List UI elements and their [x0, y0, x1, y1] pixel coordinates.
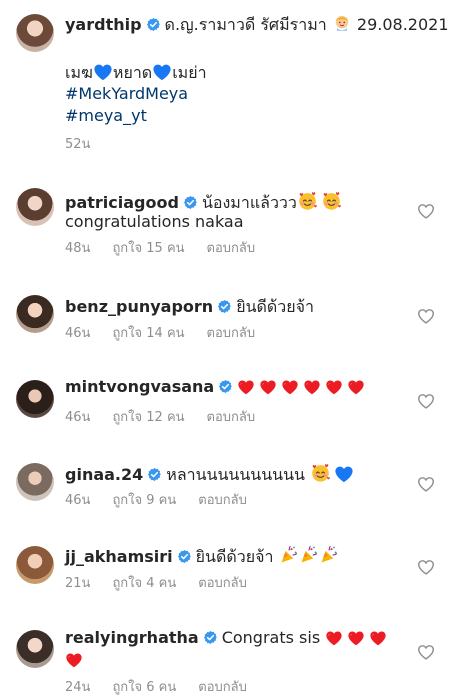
party-popper-icon	[319, 545, 339, 565]
comment-text-line: ginaa.24 หลานนนนนนนนนน	[65, 462, 354, 485]
comment-text: ยินดีด้วยจ้า	[195, 547, 274, 566]
commenter-avatar[interactable]	[16, 463, 54, 501]
blue-heart-icon	[152, 63, 172, 81]
red-heart-icon	[325, 630, 343, 646]
post-timestamp: 52น	[65, 137, 91, 152]
commenter-username[interactable]: mintvongvasana	[65, 377, 214, 396]
red-heart-icon	[325, 379, 343, 395]
comment-text: หลานนนนนนนนนน	[166, 465, 305, 484]
like-heart-icon[interactable]	[417, 644, 435, 660]
verified-badge-icon	[146, 17, 161, 32]
verified-badge-icon	[183, 195, 198, 210]
verified-badge-icon	[147, 467, 162, 482]
comment-text-line2: congratulations nakaa	[65, 212, 244, 231]
comment-likes[interactable]: ถูกใจ 9 คน	[112, 493, 176, 508]
comment-text-line: benz_punyaporn ยินดีด้วยจ้า	[65, 297, 314, 317]
party-popper-icon	[299, 545, 319, 565]
comment-meta: 21น ถูกใจ 4 คน ตอบกลับ	[65, 576, 269, 592]
like-heart-icon[interactable]	[417, 559, 435, 575]
commenter-username[interactable]: ginaa.24	[65, 465, 143, 484]
verified-badge-icon	[177, 549, 192, 564]
post-author-avatar[interactable]	[16, 14, 54, 52]
reply-button[interactable]: ตอบกลับ	[207, 326, 256, 341]
commenter-avatar[interactable]	[16, 188, 54, 226]
post-caption-date: 29.08.2021	[356, 15, 449, 34]
comment-text-line: patriciagood น้องมาแล้ววว	[65, 190, 342, 213]
baby-emoji-icon	[332, 13, 352, 33]
comment-text-line: realyingrhatha Congrats sis	[65, 628, 391, 648]
red-heart-icon	[65, 652, 83, 668]
comment-likes[interactable]: ถูกใจ 12 คน	[112, 410, 184, 425]
commenter-avatar[interactable]	[16, 295, 54, 333]
comment-meta: 48น ถูกใจ 15 คน ตอบกลับ	[65, 241, 277, 257]
caption-word-meya: เมย่า	[172, 63, 207, 82]
reply-button[interactable]: ตอบกลับ	[198, 576, 247, 591]
comment-time: 46น	[65, 493, 91, 508]
comment-time: 46น	[65, 410, 91, 425]
red-heart-icon	[281, 379, 299, 395]
commenter-username[interactable]: realyingrhatha	[65, 628, 199, 647]
red-heart-icon	[237, 379, 255, 395]
hashtag-link[interactable]: #meya_yt	[65, 106, 147, 126]
commenter-avatar[interactable]	[16, 630, 54, 668]
red-heart-icon	[347, 379, 365, 395]
comment-time: 24น	[65, 680, 91, 695]
red-heart-icon	[259, 379, 277, 395]
comment-text: น้องมาแล้ววว	[201, 193, 297, 212]
comment-text: ยินดีด้วยจ้า	[236, 297, 315, 316]
comment-text-line: mintvongvasana	[65, 377, 369, 397]
comment-meta: 46น ถูกใจ 9 คน ตอบกลับ	[65, 493, 269, 509]
like-heart-icon[interactable]	[417, 203, 435, 219]
caption-word-mek: เมฆ	[65, 63, 93, 82]
comment-meta: 46น ถูกใจ 12 คน ตอบกลับ	[65, 410, 277, 426]
comment-likes[interactable]: ถูกใจ 14 คน	[112, 326, 184, 341]
smiling-face-with-hearts-icon	[321, 190, 342, 211]
commenter-avatar[interactable]	[16, 380, 54, 418]
reply-button[interactable]: ตอบกลับ	[198, 493, 247, 508]
commenter-username[interactable]: jj_akhamsiri	[65, 547, 173, 566]
commenter-username[interactable]: benz_punyaporn	[65, 297, 213, 316]
blue-heart-icon	[334, 465, 354, 483]
comment-meta: 46น ถูกใจ 14 คน ตอบกลับ	[65, 326, 277, 342]
reply-button[interactable]: ตอบกลับ	[207, 241, 256, 256]
comment-meta: 24น ถูกใจ 6 คน ตอบกลับ	[65, 680, 269, 696]
comment-time: 46น	[65, 326, 91, 341]
commenter-avatar[interactable]	[16, 546, 54, 584]
red-heart-icon	[369, 630, 387, 646]
comment-likes[interactable]: ถูกใจ 15 คน	[112, 241, 184, 256]
commenter-username[interactable]: patriciagood	[65, 193, 179, 212]
comment-likes[interactable]: ถูกใจ 4 คน	[112, 576, 176, 591]
like-heart-icon[interactable]	[417, 393, 435, 409]
comment-text-line2	[65, 650, 87, 670]
party-popper-icon	[279, 545, 299, 565]
comment-text: Congrats sis	[221, 628, 321, 647]
verified-badge-icon	[203, 630, 218, 645]
like-heart-icon[interactable]	[417, 308, 435, 324]
post-caption-line1: yardthip ด.ญ.รามาวดี รัศมีรามา 29.08.2021	[65, 13, 449, 35]
post-caption-text: ด.ญ.รามาวดี รัศมีรามา	[164, 15, 327, 34]
verified-badge-icon	[217, 299, 232, 314]
comment-likes[interactable]: ถูกใจ 6 คน	[112, 680, 176, 695]
post-author-username[interactable]: yardthip	[65, 15, 142, 34]
reply-button[interactable]: ตอบกลับ	[198, 680, 247, 695]
comment-time: 48น	[65, 241, 91, 256]
post-caption-line2: เมฆ หยาด เมย่า	[65, 63, 207, 83]
reply-button[interactable]: ตอบกลับ	[207, 410, 256, 425]
smiling-face-with-hearts-icon	[310, 462, 331, 483]
comment-text-line: jj_akhamsiri ยินดีด้วยจ้า	[65, 545, 339, 567]
like-heart-icon[interactable]	[417, 476, 435, 492]
hashtag-link[interactable]: #MekYardMeya	[65, 84, 188, 104]
comments-screen: yardthip ด.ญ.รามาวดี รัศมีรามา 29.08.2021…	[0, 0, 461, 696]
caption-word-yard: หยาด	[112, 63, 153, 82]
verified-badge-icon	[218, 379, 233, 394]
blue-heart-icon	[93, 63, 113, 81]
red-heart-icon	[303, 379, 321, 395]
comment-time: 21น	[65, 576, 91, 591]
red-heart-icon	[347, 630, 365, 646]
smiling-face-with-hearts-icon	[297, 190, 318, 211]
